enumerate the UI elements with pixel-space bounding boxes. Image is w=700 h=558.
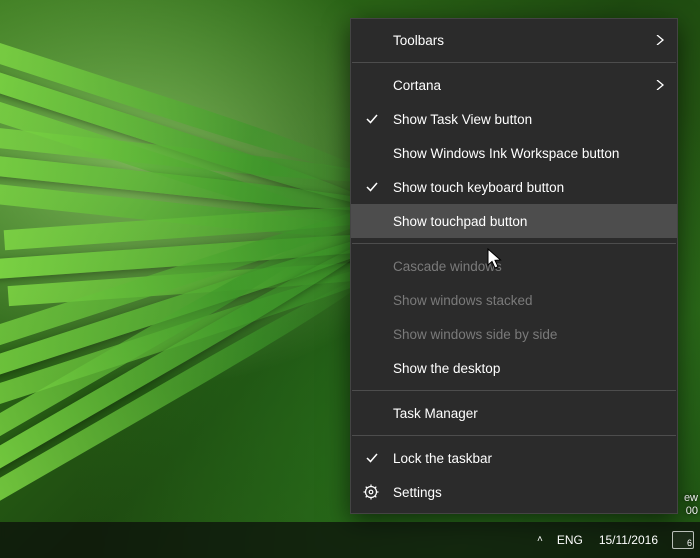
menu-show-touchpad[interactable]: Show touchpad button (351, 204, 677, 238)
checkmark-icon (365, 112, 379, 126)
desktop[interactable]: ew 00 Toolbars Cortana Show Task View bu… (0, 0, 700, 558)
menu-label: Lock the taskbar (393, 451, 492, 466)
menu-label: Show Windows Ink Workspace button (393, 146, 619, 161)
menu-show-task-view[interactable]: Show Task View button (351, 102, 677, 136)
submenu-chevron-icon (655, 80, 665, 90)
gear-icon (363, 484, 379, 500)
menu-label: Cascade windows (393, 259, 502, 274)
checkmark-icon (365, 451, 379, 465)
menu-label: Show windows side by side (393, 327, 557, 342)
ime-indicator[interactable]: ENG (549, 533, 591, 547)
menu-label: Task Manager (393, 406, 478, 421)
menu-separator (352, 390, 676, 391)
menu-cortana[interactable]: Cortana (351, 68, 677, 102)
menu-settings[interactable]: Settings (351, 475, 677, 509)
menu-label: Settings (393, 485, 442, 500)
notification-count: 6 (687, 538, 692, 548)
menu-separator (352, 62, 676, 63)
action-center-button[interactable]: 6 (672, 531, 694, 549)
menu-show-touch-keyboard[interactable]: Show touch keyboard button (351, 170, 677, 204)
notification-peek: ew 00 (684, 492, 698, 518)
menu-toolbars[interactable]: Toolbars (351, 23, 677, 57)
submenu-chevron-icon (655, 35, 665, 45)
menu-task-manager[interactable]: Task Manager (351, 396, 677, 430)
menu-label: Show Task View button (393, 112, 532, 127)
tray-overflow-button[interactable]: ˄ (531, 533, 549, 547)
menu-show-desktop[interactable]: Show the desktop (351, 351, 677, 385)
taskbar-context-menu: Toolbars Cortana Show Task View button S… (350, 18, 678, 514)
menu-lock-taskbar[interactable]: Lock the taskbar (351, 441, 677, 475)
taskbar[interactable]: ˄ ENG 15/11/2016 6 (0, 522, 700, 558)
taskbar-clock[interactable]: 15/11/2016 (591, 533, 666, 547)
menu-separator (352, 435, 676, 436)
menu-label: Show the desktop (393, 361, 500, 376)
menu-label: Show touchpad button (393, 214, 527, 229)
menu-label: Show windows stacked (393, 293, 533, 308)
checkmark-icon (365, 180, 379, 194)
menu-show-ink-workspace[interactable]: Show Windows Ink Workspace button (351, 136, 677, 170)
menu-side-by-side: Show windows side by side (351, 317, 677, 351)
menu-label: Show touch keyboard button (393, 180, 564, 195)
menu-separator (352, 243, 676, 244)
taskbar-date: 15/11/2016 (599, 533, 658, 547)
menu-stack-windows: Show windows stacked (351, 283, 677, 317)
menu-cascade-windows: Cascade windows (351, 249, 677, 283)
menu-label: Toolbars (393, 33, 444, 48)
menu-label: Cortana (393, 78, 441, 93)
